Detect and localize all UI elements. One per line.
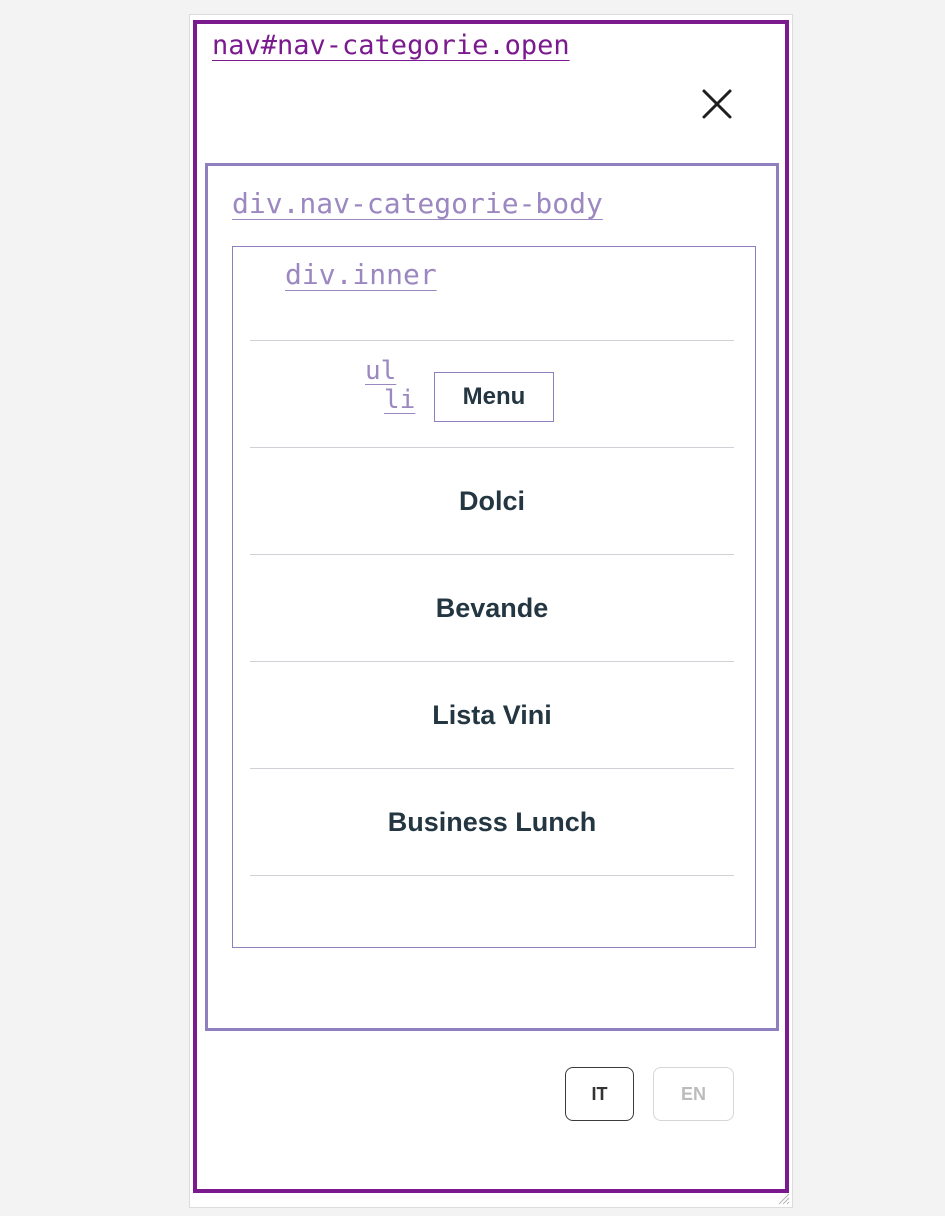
nav-tag-label: nav#nav-categorie.open [212, 30, 570, 61]
close-button[interactable] [695, 82, 739, 126]
category-list: ul li Menu Dolci Bevande Lista Vini Busi… [250, 340, 734, 876]
category-label[interactable]: Business Lunch [388, 807, 597, 838]
li-tag-label: li [384, 385, 416, 415]
category-item-bevande[interactable]: Bevande [250, 554, 734, 661]
inner-container: div.inner ul li Menu Dolci Bevande Lista… [232, 246, 756, 948]
category-label[interactable]: Lista Vini [432, 700, 552, 731]
close-icon [702, 89, 732, 119]
category-item-dolci[interactable]: Dolci [250, 447, 734, 554]
language-button-en[interactable]: EN [653, 1067, 734, 1121]
inner-tag-label: div.inner [285, 258, 437, 291]
nav-categorie-body: div.nav-categorie-body div.inner ul li M… [205, 163, 779, 1031]
ul-tag-label: ul [365, 356, 397, 386]
category-item-lista-vini[interactable]: Lista Vini [250, 661, 734, 768]
category-label[interactable]: Dolci [459, 486, 525, 517]
resize-grip-icon[interactable] [776, 1191, 790, 1205]
language-button-it[interactable]: IT [565, 1067, 634, 1121]
nav-categorie: nav#nav-categorie.open div.nav-categorie… [193, 20, 789, 1193]
category-item-business-lunch[interactable]: Business Lunch [250, 768, 734, 876]
category-item-menu[interactable]: ul li Menu [250, 340, 734, 447]
category-label[interactable]: Menu [434, 372, 554, 422]
body-tag-label: div.nav-categorie-body [232, 187, 603, 220]
category-label[interactable]: Bevande [436, 593, 549, 624]
